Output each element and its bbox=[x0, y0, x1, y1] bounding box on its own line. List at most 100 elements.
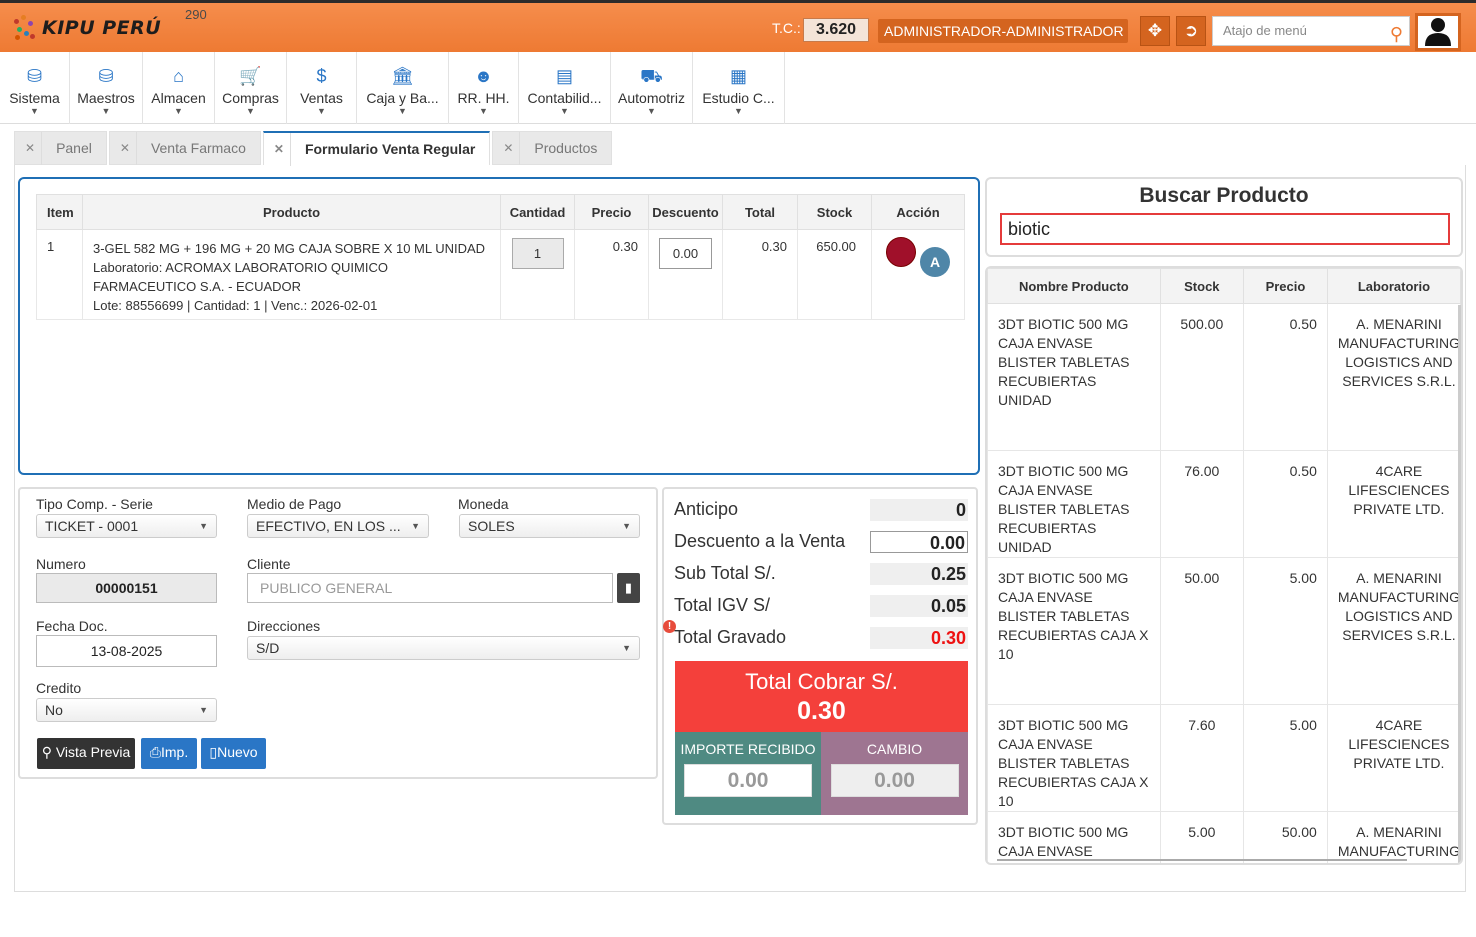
menu-contabilidad[interactable]: ▤ Contabilid... ▼ bbox=[519, 52, 611, 124]
search-icon[interactable]: ⚲ bbox=[1390, 20, 1403, 48]
menu-shortcut-search[interactable]: Atajo de menú ⚲ bbox=[1212, 16, 1410, 46]
table-row[interactable]: 3DT BIOTIC 500 MG CAJA ENVASE BLISTER TA… bbox=[987, 303, 1461, 451]
search-results: Nombre Producto Stock Precio Laboratorio… bbox=[985, 266, 1463, 865]
menu-label: Automotriz bbox=[618, 90, 685, 106]
move-button[interactable]: ✥ bbox=[1140, 16, 1170, 46]
cambio-box: CAMBIO 0.00 bbox=[821, 732, 968, 815]
cell-lab: 4CARE LIFESCIENCES PRIVATE LTD. bbox=[1326, 450, 1461, 558]
tab-panel[interactable]: ✕ Panel bbox=[14, 131, 107, 165]
tab-productos[interactable]: ✕ Productos bbox=[492, 131, 613, 165]
cell-stock: 7.60 bbox=[1159, 704, 1245, 812]
vista-previa-button[interactable]: ⚲ Vista Previa bbox=[37, 738, 135, 769]
menu-caja-bancos[interactable]: 🏛 Caja y Ba... ▼ bbox=[357, 52, 449, 124]
fecha-field[interactable]: 13-08-2025 bbox=[36, 635, 217, 667]
user-dropdown[interactable]: ADMINISTRADOR-ADMINISTRADOR ▼ bbox=[878, 19, 1128, 63]
menu-maestros[interactable]: ⛁ Maestros ▼ bbox=[70, 52, 143, 124]
menu-ventas[interactable]: $ Ventas ▼ bbox=[287, 52, 357, 124]
credito-select[interactable]: No ▼ bbox=[36, 698, 217, 722]
product-lab-cont: FARMACEUTICO S.A. - ECUADOR bbox=[93, 279, 302, 294]
menu-estudio[interactable]: ▦ Estudio C... ▼ bbox=[693, 52, 785, 124]
direcciones-select[interactable]: S/D ▼ bbox=[247, 636, 640, 660]
badge-number: 290 bbox=[185, 7, 207, 22]
cliente-field[interactable]: PUBLICO GENERAL bbox=[247, 573, 613, 603]
top-bar: KIPU PERÚ 290 T.C.: 3.620 ADMINISTRADOR-… bbox=[0, 0, 1476, 63]
tab-label: Panel bbox=[56, 139, 92, 156]
table-row[interactable]: 3DT BIOTIC 500 MG CAJA ENVASE BLISTER TA… bbox=[987, 557, 1461, 705]
action-a-button[interactable]: A bbox=[920, 247, 950, 277]
col-stock: Stock bbox=[1159, 268, 1245, 304]
cell-lab: 4CARE LIFESCIENCES PRIVATE LTD. bbox=[1326, 704, 1461, 812]
importe-recibido-input[interactable]: 0.00 bbox=[684, 764, 812, 797]
caret-down-icon: ▼ bbox=[647, 106, 656, 116]
results-table: Nombre Producto Stock Precio Laboratorio… bbox=[987, 268, 1461, 863]
menu-label: Caja y Ba... bbox=[366, 90, 439, 106]
product-search-input[interactable]: biotic bbox=[1000, 213, 1450, 245]
nuevo-button[interactable]: ▯Nuevo bbox=[201, 738, 266, 769]
numero-label: Numero bbox=[36, 556, 86, 572]
tab-strip: ✕ Panel ✕ Venta Farmaco ✕ Formulario Venta … bbox=[14, 131, 614, 166]
menu-label: Compras bbox=[222, 90, 279, 106]
cell-precio: 0.50 bbox=[1243, 303, 1328, 451]
col-producto: Producto bbox=[82, 194, 501, 230]
cell-producto: 3-GEL 582 MG + 196 MG + 20 MG CAJA SOBRE… bbox=[82, 229, 501, 320]
logout-icon: ➲ bbox=[1183, 21, 1199, 40]
medio-pago-select[interactable]: EFECTIVO, EN LOS ... ▼ bbox=[247, 514, 429, 538]
cell-accion: A bbox=[871, 229, 965, 320]
anticipo-label: Anticipo bbox=[674, 499, 739, 519]
tipo-comp-select[interactable]: TICKET - 0001 ▼ bbox=[36, 514, 217, 538]
imprimir-button[interactable]: ⎙Imp. bbox=[141, 738, 197, 769]
logout-button[interactable]: ➲ bbox=[1176, 16, 1206, 46]
table-row[interactable]: 3DT BIOTIC 500 MG CAJA ENVASE BLISTER TA… bbox=[987, 811, 1461, 863]
descuento-input[interactable]: 0.00 bbox=[870, 531, 968, 553]
close-icon[interactable]: ✕ bbox=[25, 131, 43, 165]
menu-automotriz[interactable]: ⛟ Automotriz ▼ bbox=[611, 52, 693, 124]
subtotal-row: Sub Total S/. 0.25 bbox=[674, 563, 968, 585]
discount-input[interactable]: 0.00 bbox=[659, 238, 712, 269]
print-icon: ⎙ bbox=[149, 744, 161, 760]
table-row[interactable]: 3DT BIOTIC 500 MG CAJA ENVASE BLISTER TA… bbox=[987, 704, 1461, 812]
descuento-row: Descuento a la Venta 0.00 bbox=[674, 531, 968, 553]
menu-compras[interactable]: 🛒 Compras ▼ bbox=[215, 52, 287, 124]
close-icon[interactable]: ✕ bbox=[274, 132, 291, 166]
close-icon[interactable]: ✕ bbox=[503, 131, 521, 165]
menu-label: Maestros bbox=[77, 90, 135, 106]
caret-down-icon: ▼ bbox=[199, 705, 208, 715]
horizontal-scrollbar[interactable] bbox=[997, 859, 1407, 861]
tab-venta-farmaco[interactable]: ✕ Venta Farmaco bbox=[108, 131, 261, 165]
close-icon[interactable]: ✕ bbox=[120, 131, 137, 165]
button-label: Nuevo bbox=[217, 744, 258, 760]
cell-lab: A. MENARINI MANUFACTURING LOGISTICS AND … bbox=[1326, 303, 1461, 451]
col-precio: Precio bbox=[574, 194, 649, 230]
menu-sistema[interactable]: ⛁ Sistema ▼ bbox=[0, 52, 70, 124]
avatar[interactable] bbox=[1415, 13, 1461, 51]
tab-formulario-venta-regular[interactable]: ✕ Formulario Venta Regular bbox=[262, 131, 491, 166]
cell-nombre: 3DT BIOTIC 500 MG CAJA ENVASE BLISTER TA… bbox=[987, 811, 1161, 863]
cambio-label: CAMBIO bbox=[866, 741, 923, 757]
search-icon: ⚲ bbox=[41, 744, 52, 760]
menu-rrhh[interactable]: ☻ RR. HH. ▼ bbox=[449, 52, 519, 124]
col-total: Total bbox=[722, 194, 798, 230]
document-button[interactable]: ▮ bbox=[617, 573, 640, 603]
cell-descuento: 0.00 bbox=[648, 229, 723, 320]
cell-item: 1 bbox=[36, 229, 83, 320]
logo[interactable]: KIPU PERÚ bbox=[14, 13, 161, 43]
gravado-label: Total Gravado bbox=[674, 627, 787, 647]
cell-lab: A. MENARINI MANUFACTURING LOGISTICS bbox=[1326, 811, 1461, 863]
main-menu: ⛁ Sistema ▼ ⛁ Maestros ▼ ⌂ Almacen ▼ 🛒 C… bbox=[0, 52, 1476, 124]
caret-down-icon: ▼ bbox=[622, 521, 631, 531]
caret-down-icon: ▼ bbox=[734, 106, 743, 116]
bank-icon: 🏛 bbox=[391, 66, 414, 86]
cell-precio: 5.00 bbox=[1243, 557, 1328, 705]
quantity-input[interactable]: 1 bbox=[511, 238, 564, 269]
logo-mark-icon bbox=[14, 15, 36, 41]
cart-table: Item Producto Cantidad Precio Descuento … bbox=[36, 194, 965, 320]
menu-label: Contabilid... bbox=[527, 90, 602, 106]
caret-down-icon: ▼ bbox=[479, 106, 488, 116]
moneda-label: Moneda bbox=[458, 496, 509, 512]
caret-down-icon: ▼ bbox=[560, 106, 569, 116]
scrollbar[interactable] bbox=[1458, 305, 1461, 863]
table-row[interactable]: 3DT BIOTIC 500 MG CAJA ENVASE BLISTER TA… bbox=[987, 450, 1461, 558]
menu-almacen[interactable]: ⌂ Almacen ▼ bbox=[143, 52, 215, 124]
delete-item-button[interactable] bbox=[886, 237, 916, 267]
moneda-select[interactable]: SOLES ▼ bbox=[459, 514, 640, 538]
